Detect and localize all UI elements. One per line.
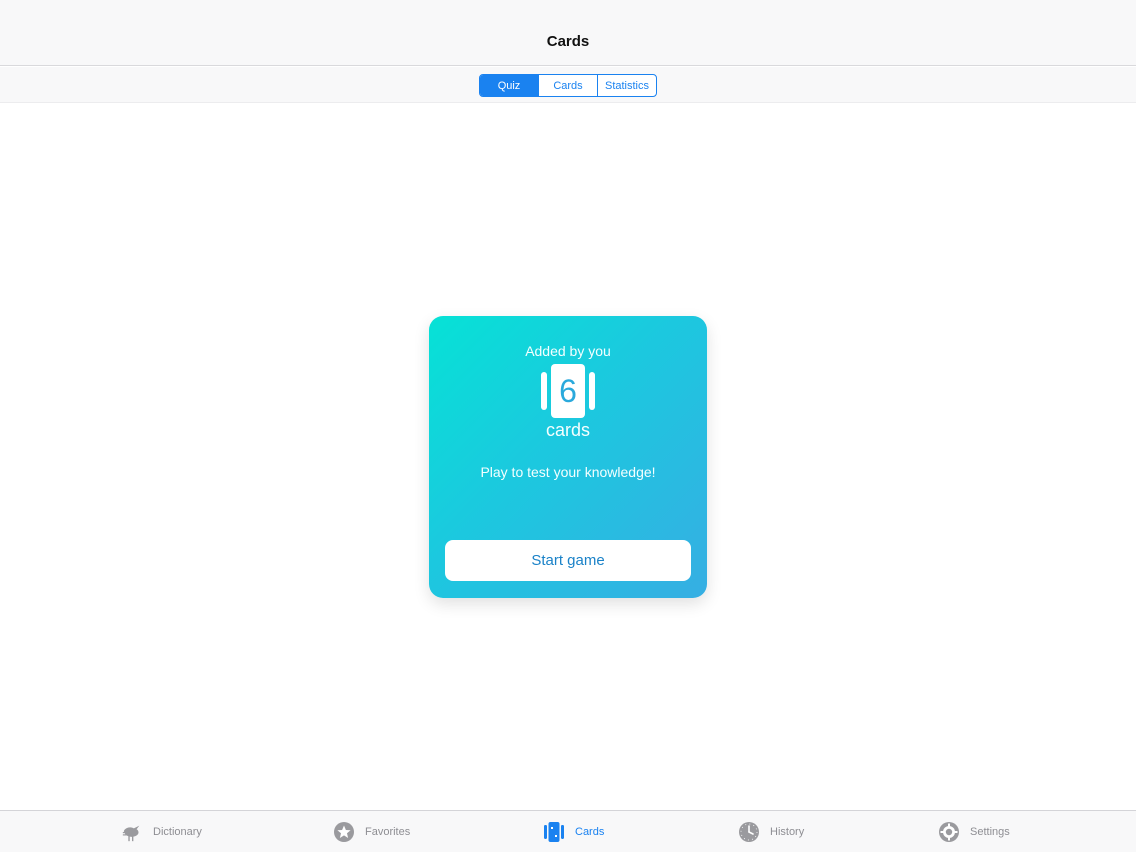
tab-label-cards: Cards <box>575 826 605 838</box>
tab-label-favorites: Favorites <box>365 826 411 838</box>
cards-icon <box>543 821 565 843</box>
tab-label-settings: Settings <box>970 826 1010 838</box>
tab-settings[interactable]: Settings <box>938 811 1010 852</box>
start-game-button[interactable]: Start game <box>445 540 691 581</box>
card-subtitle: Added by you <box>525 343 611 359</box>
segment-cards[interactable]: Cards <box>539 75 598 96</box>
tab-dictionary[interactable]: Dictionary <box>121 811 202 852</box>
clock-icon <box>738 821 760 843</box>
tab-history[interactable]: History <box>738 811 804 852</box>
page-title: Cards <box>546 33 590 50</box>
tab-bar: Dictionary Favorites Cards History Setti… <box>0 810 1136 852</box>
card-hint: Play to test your knowledge! <box>480 464 656 480</box>
card-count: 6 <box>551 364 585 418</box>
deck-side-left <box>541 372 547 410</box>
card-deck-icon: 6 <box>541 364 595 418</box>
tab-label-dictionary: Dictionary <box>153 826 202 838</box>
card-count-unit: cards <box>545 420 590 440</box>
segment-quiz[interactable]: Quiz <box>480 75 539 96</box>
bird-icon <box>121 821 143 843</box>
segment-bar: Quiz Cards Statistics <box>0 67 1136 103</box>
deck-side-right <box>589 372 595 410</box>
tab-cards[interactable]: Cards <box>543 811 604 852</box>
tab-favorites[interactable]: Favorites <box>333 811 410 852</box>
mode-segmented-control: Quiz Cards Statistics <box>479 74 657 97</box>
navigation-bar: Cards <box>0 0 1136 66</box>
star-icon <box>333 821 355 843</box>
gear-icon <box>938 821 960 843</box>
tab-label-history: History <box>770 826 805 838</box>
segment-statistics[interactable]: Statistics <box>598 75 656 96</box>
quiz-card: Added by you 6 cards Play to test your k… <box>429 316 707 598</box>
